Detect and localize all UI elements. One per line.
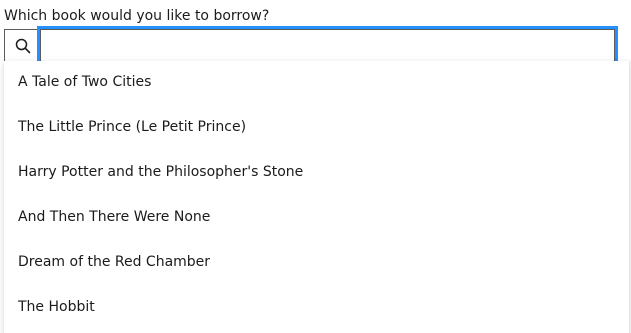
combo-box-widget: Which book would you like to borrow? A T… [0, 0, 631, 333]
list-item[interactable]: Dream of the Red Chamber [4, 241, 629, 286]
search-icon-container [4, 29, 40, 63]
question-label: Which book would you like to borrow? [4, 8, 270, 24]
search-icon [15, 38, 31, 54]
search-input[interactable] [37, 26, 618, 66]
book-options-list: A Tale of Two Cities The Little Prince (… [4, 61, 630, 333]
list-item[interactable]: Harry Potter and the Philosopher's Stone [4, 151, 629, 196]
search-combobox [4, 26, 618, 66]
list-item[interactable]: And Then There Were None [4, 196, 629, 241]
list-item[interactable]: The Little Prince (Le Petit Prince) [4, 106, 629, 151]
list-item[interactable]: The Hobbit [4, 286, 629, 331]
list-item[interactable]: A Tale of Two Cities [4, 61, 629, 106]
